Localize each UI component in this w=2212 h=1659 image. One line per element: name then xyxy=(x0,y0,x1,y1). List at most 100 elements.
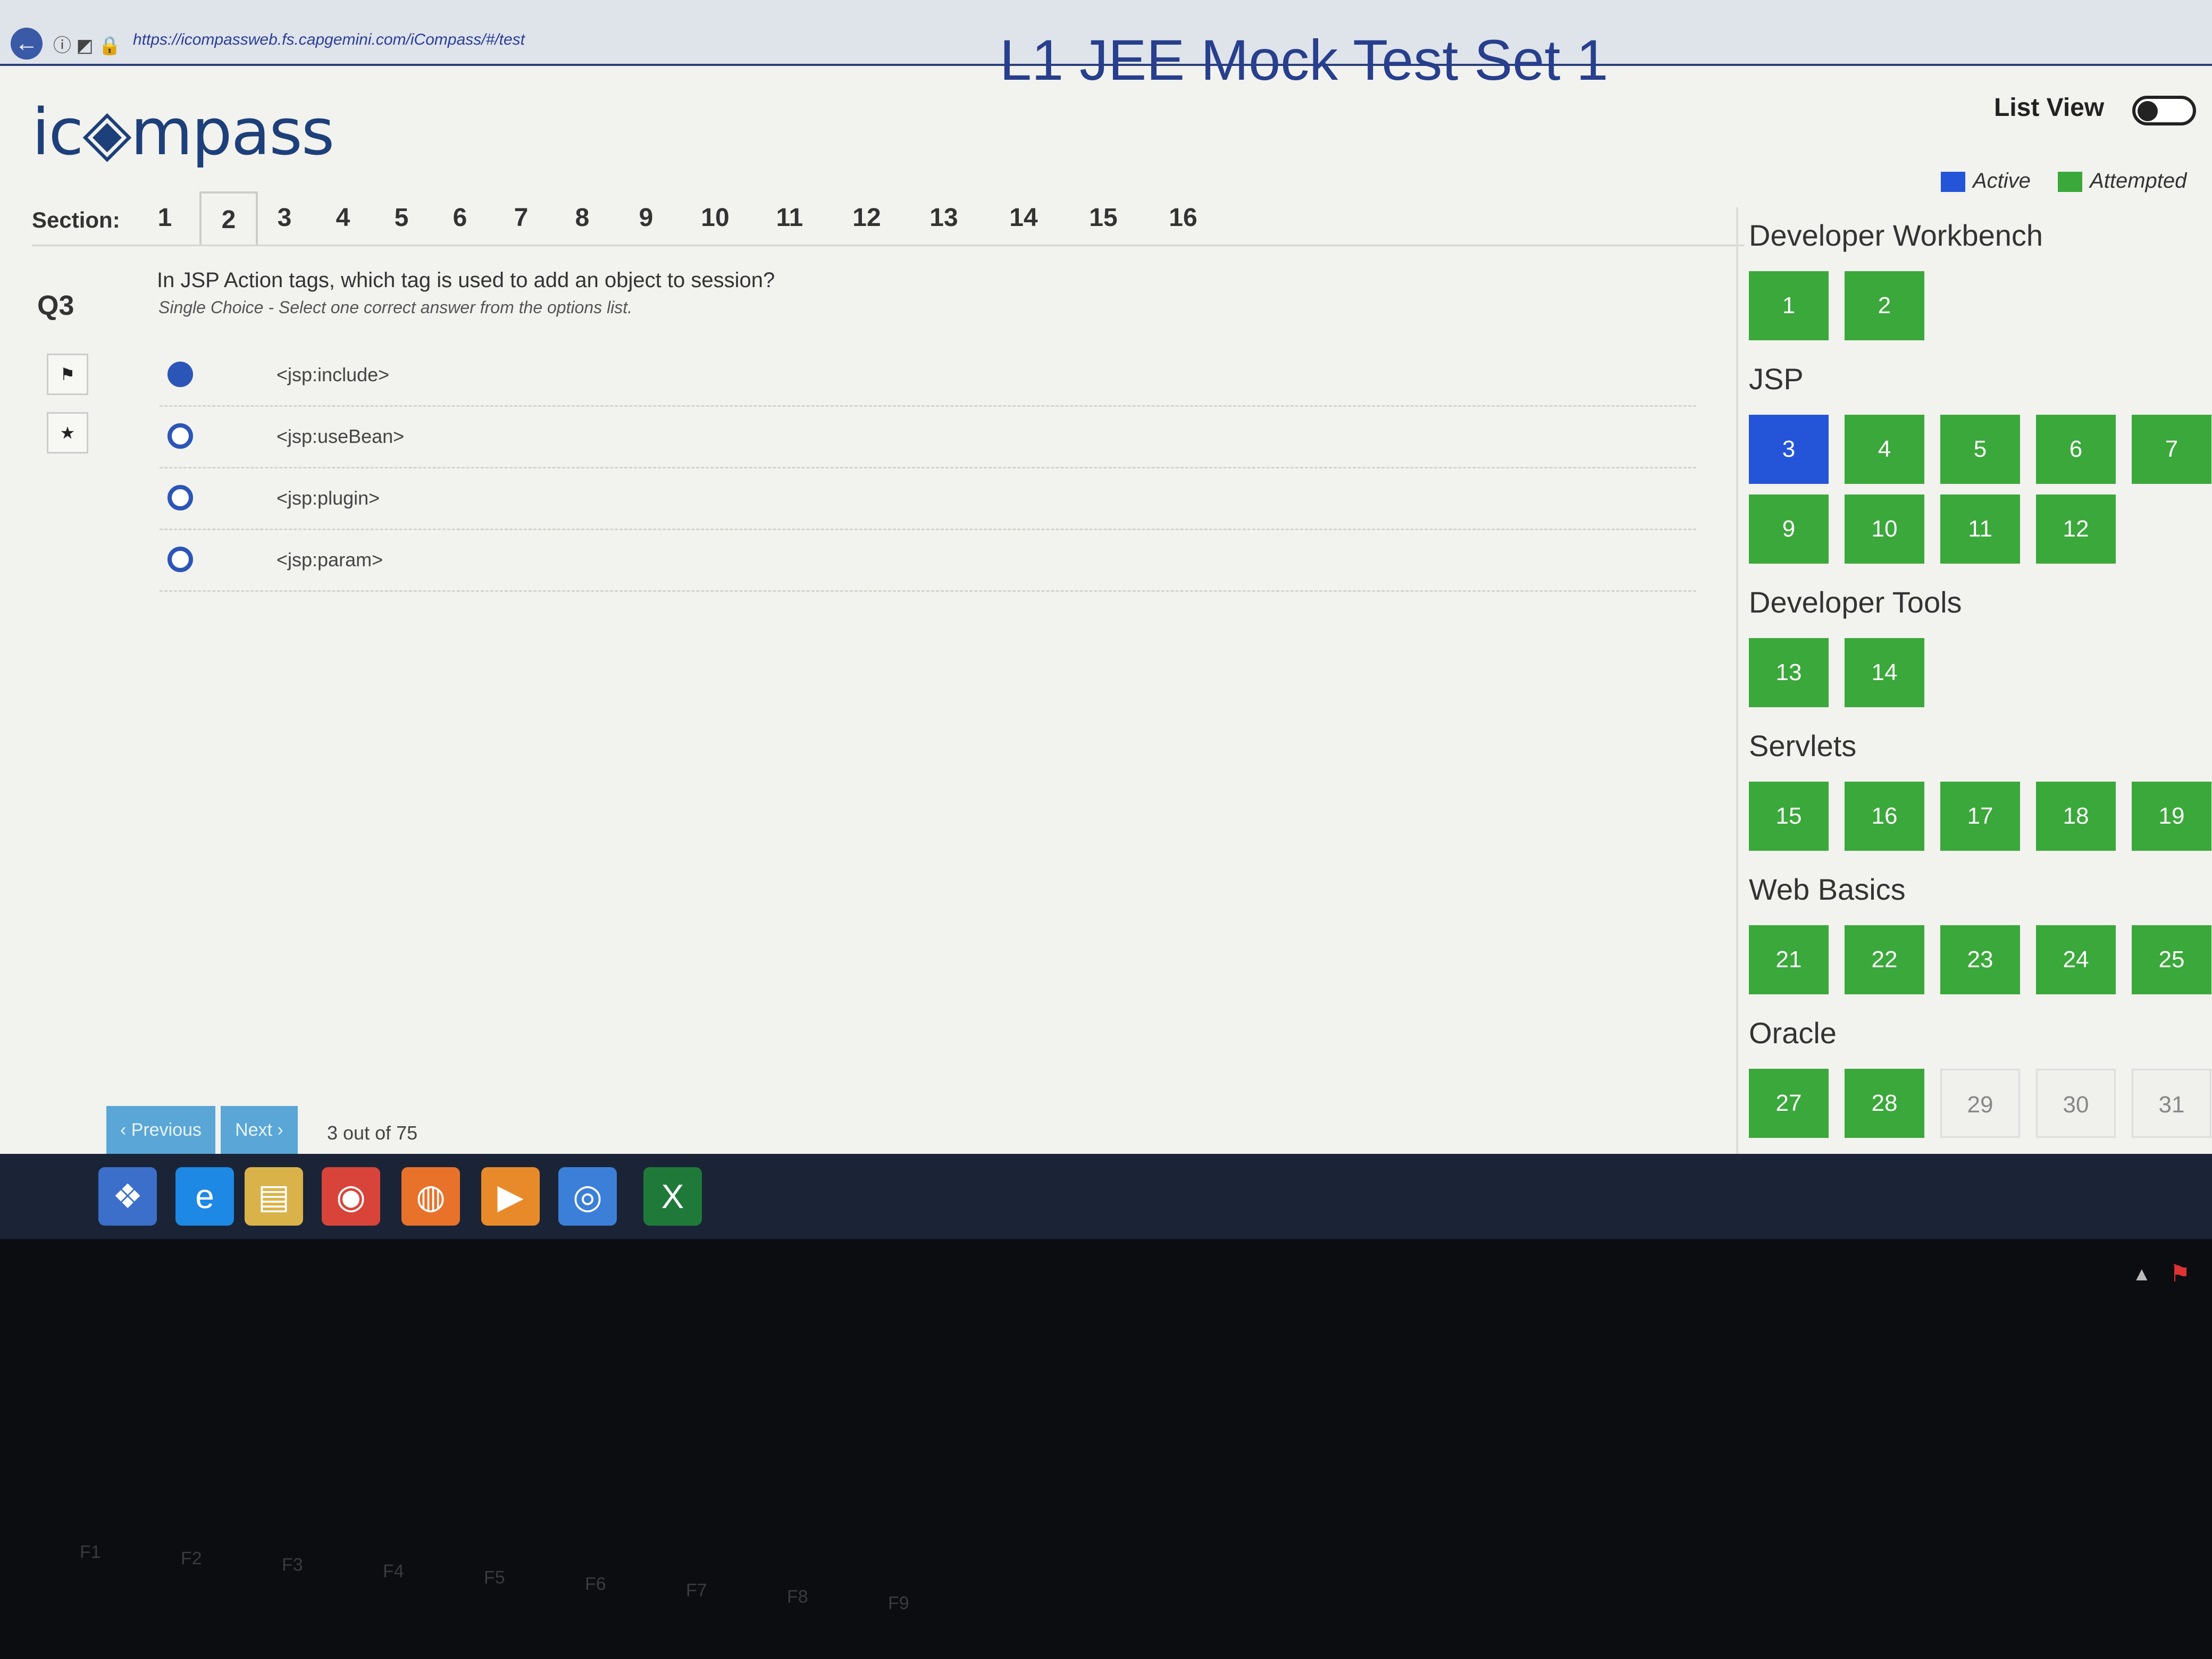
question-tile-13[interactable]: 13 xyxy=(1749,638,1829,707)
section-tab-16[interactable]: 16 xyxy=(1154,191,1212,245)
group-heading: Servlets xyxy=(1749,729,1857,763)
question-tile-28[interactable]: 28 xyxy=(1845,1069,1924,1138)
option-row[interactable]: <jsp:param> xyxy=(160,531,1696,592)
key-f9: F9 xyxy=(888,1593,909,1613)
key-f2: F2 xyxy=(181,1548,202,1569)
question-tile-4[interactable]: 4 xyxy=(1845,415,1924,484)
question-tile-25[interactable]: 25 xyxy=(2132,925,2211,994)
question-tile-16[interactable]: 16 xyxy=(1845,782,1924,851)
previous-button[interactable]: ‹ Previous xyxy=(106,1106,215,1154)
group-heading: Oracle xyxy=(1749,1016,1837,1050)
question-tile-21[interactable]: 21 xyxy=(1749,925,1829,994)
question-text: In JSP Action tags, which tag is used to… xyxy=(157,269,775,292)
section-tab-2[interactable]: 2 xyxy=(199,191,258,245)
list-view-toggle[interactable] xyxy=(2132,96,2196,125)
question-tile-7[interactable]: 7 xyxy=(2132,415,2211,484)
section-tab-6[interactable]: 6 xyxy=(431,191,489,245)
option-row[interactable]: <jsp:useBean> xyxy=(160,407,1696,468)
action-center-flag-icon[interactable]: ⚑ xyxy=(2169,1260,2190,1287)
section-tab-9[interactable]: 9 xyxy=(617,191,675,245)
legend-active-swatch xyxy=(1941,172,1965,192)
firefox-icon[interactable]: ◍ xyxy=(401,1167,460,1226)
start-icon[interactable]: ❖ xyxy=(98,1167,157,1226)
star-icon[interactable]: ★ xyxy=(47,412,88,454)
group-heading: Developer Tools xyxy=(1749,585,1962,619)
radio-selected[interactable] xyxy=(167,362,193,387)
progress-text: 3 out of 75 xyxy=(327,1122,418,1144)
question-tile-14[interactable]: 14 xyxy=(1845,638,1924,707)
question-tile-9[interactable]: 9 xyxy=(1749,495,1829,564)
section-tab-1[interactable]: 1 xyxy=(136,191,194,245)
radio-button[interactable] xyxy=(167,423,193,449)
ie-icon[interactable]: e xyxy=(175,1167,234,1226)
question-tile-27[interactable]: 27 xyxy=(1749,1069,1829,1138)
key-f5: F5 xyxy=(484,1568,505,1588)
media-player-icon[interactable]: ▶ xyxy=(481,1167,540,1226)
explorer-icon[interactable]: ▤ xyxy=(245,1167,303,1226)
question-tile-1[interactable]: 1 xyxy=(1749,271,1829,340)
question-tile-10[interactable]: 10 xyxy=(1845,495,1924,564)
logo-text-end: mpass xyxy=(130,96,335,170)
radio-button[interactable] xyxy=(167,485,193,510)
section-tab-12[interactable]: 12 xyxy=(837,191,896,245)
back-button[interactable]: ← xyxy=(11,28,43,60)
question-tile-17[interactable]: 17 xyxy=(1940,782,2020,851)
question-tile-22[interactable]: 22 xyxy=(1845,925,1924,994)
excel-icon[interactable]: X xyxy=(643,1167,702,1226)
question-tile-11[interactable]: 11 xyxy=(1940,495,2020,564)
question-tile-3[interactable]: 3 xyxy=(1749,415,1829,484)
tab-divider xyxy=(32,245,1744,246)
section-tab-3[interactable]: 3 xyxy=(255,191,314,245)
section-tab-11[interactable]: 11 xyxy=(760,191,819,245)
section-tab-13[interactable]: 13 xyxy=(915,191,973,245)
site-info-icon[interactable]: ⓘ ◩ 🔒 xyxy=(53,31,121,57)
question-tile-31[interactable]: 31 xyxy=(2132,1069,2211,1138)
tray-expand-icon[interactable]: ▲ xyxy=(2132,1263,2151,1285)
section-tab-7[interactable]: 7 xyxy=(492,191,550,245)
toggle-knob xyxy=(2138,101,2158,121)
question-tile-12[interactable]: 12 xyxy=(2036,495,2116,564)
section-tab-10[interactable]: 10 xyxy=(686,191,744,245)
question-hint: Single Choice - Select one correct answe… xyxy=(158,298,633,317)
key-f6: F6 xyxy=(585,1574,606,1594)
flag-icon[interactable]: ⚑ xyxy=(47,354,88,395)
next-button[interactable]: Next › xyxy=(221,1106,298,1154)
question-tile-15[interactable]: 15 xyxy=(1749,782,1829,851)
list-view-label: List View xyxy=(1994,94,2105,122)
radio-button[interactable] xyxy=(167,547,193,572)
section-label: Section: xyxy=(32,207,120,232)
section-tab-8[interactable]: 8 xyxy=(553,191,611,245)
question-tile-29[interactable]: 29 xyxy=(1940,1069,2020,1138)
option-row[interactable]: <jsp:include> xyxy=(160,346,1696,407)
page-title: L1 JEE Mock Test Set 1 xyxy=(1000,28,1608,92)
section-tabs: Section: 1 2 3 4 5 6 7 8 9 10 11 12 13 14 15 16 xyxy=(32,170,1744,246)
compass-icon: ◈ xyxy=(82,96,131,170)
section-tab-4[interactable]: 4 xyxy=(314,191,372,245)
option-label: <jsp:param> xyxy=(276,549,383,571)
option-label: <jsp:include> xyxy=(276,364,390,386)
question-tile-18[interactable]: 18 xyxy=(2036,782,2116,851)
group-heading: Developer Workbench xyxy=(1749,219,2043,252)
option-row[interactable]: <jsp:plugin> xyxy=(160,469,1696,530)
question-tile-23[interactable]: 23 xyxy=(1940,925,2020,994)
question-number: Q3 xyxy=(37,290,74,321)
option-label: <jsp:plugin> xyxy=(276,487,380,509)
section-tab-5[interactable]: 5 xyxy=(372,191,431,245)
question-tile-6[interactable]: 6 xyxy=(2036,415,2116,484)
legend-attempted-swatch xyxy=(2058,172,2083,192)
legend-active: Active xyxy=(1941,169,2031,193)
legend-attempted-label: Attempted xyxy=(2090,169,2187,192)
logo-text-start: ic xyxy=(32,96,83,170)
url-text[interactable]: https://icompassweb.fs.capgemini.com/iCo… xyxy=(133,31,525,49)
question-tile-19[interactable]: 19 xyxy=(2132,782,2211,851)
network-icon[interactable]: ◎ xyxy=(558,1167,617,1226)
question-tile-24[interactable]: 24 xyxy=(2036,925,2116,994)
section-tab-14[interactable]: 14 xyxy=(994,191,1053,245)
question-tile-5[interactable]: 5 xyxy=(1940,415,2020,484)
section-tab-15[interactable]: 15 xyxy=(1074,191,1133,245)
group-heading: Web Basics xyxy=(1749,873,1906,906)
chrome-icon[interactable]: ◉ xyxy=(322,1167,380,1226)
question-tile-2[interactable]: 2 xyxy=(1845,271,1924,340)
question-tile-30[interactable]: 30 xyxy=(2036,1069,2116,1138)
question-palette: Developer Workbench 1 2 JSP 3 4 5 6 7 9 10 11 12 Deve… xyxy=(1736,207,2212,1218)
